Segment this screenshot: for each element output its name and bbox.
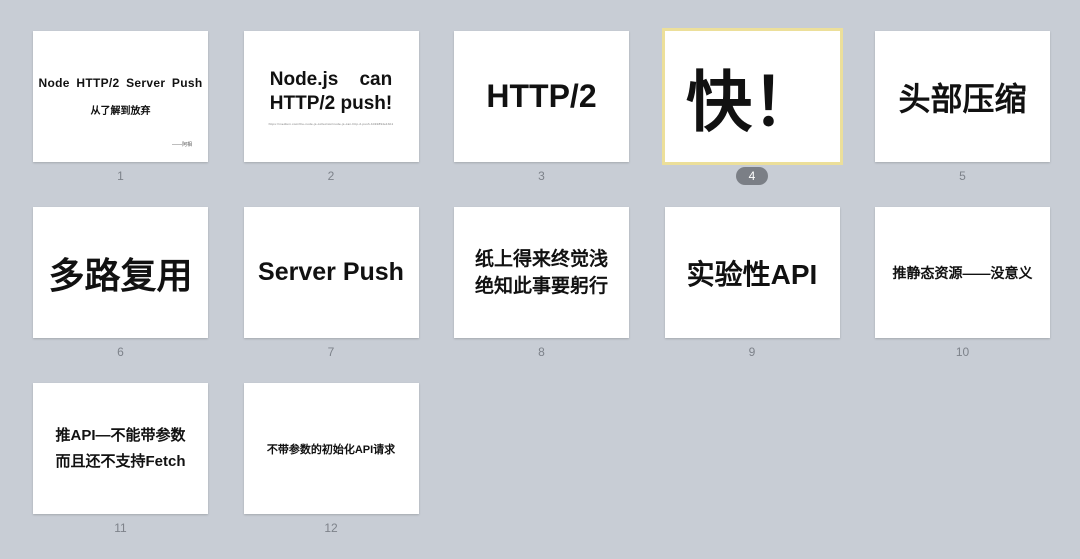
slide-cell-7: Server Push 7: [243, 207, 419, 383]
slide-title: 实验性API: [686, 258, 818, 290]
slide-thumbnail-3[interactable]: HTTP/2: [454, 31, 629, 162]
slide-number-2: 2: [327, 169, 335, 183]
slide-link: https://medium.com/the-node-js-collectio…: [268, 121, 394, 126]
slide-thumbnail-12[interactable]: 不带参数的初始化API请求: [243, 383, 419, 514]
slide-cell-2: Node.js can HTTP/2 push! https://medium.…: [243, 31, 419, 207]
slide-thumbnail-6[interactable]: 多路复用: [33, 207, 208, 338]
slide-thumbnail-10[interactable]: 推静态资源——没意义: [875, 207, 1050, 338]
slide-cell-5: 头部压缩 5: [875, 31, 1050, 207]
slide-cell-3: HTTP/2 3: [454, 31, 629, 207]
slide-thumbnail-1[interactable]: Node HTTP/2 Server Push 从了解到放弃 ——阿相: [33, 31, 208, 162]
slide-title: HTTP/2: [486, 78, 597, 114]
slide-title: Node HTTP/2 Server Push: [38, 76, 203, 90]
slide-thumbnail-4-selected[interactable]: 快！: [661, 28, 843, 165]
slide-thumbnail-11[interactable]: 推API—不能带参数 而且还不支持Fetch: [33, 383, 208, 514]
slide-thumbnail-2[interactable]: Node.js can HTTP/2 push! https://medium.…: [243, 31, 419, 162]
slide-number-12: 12: [324, 521, 338, 535]
slide-number-4-badge: 4: [665, 167, 840, 185]
slide-thumbnail-9[interactable]: 实验性API: [664, 207, 840, 338]
slide-number-3: 3: [538, 169, 545, 183]
slide-title-line-1: 推API—不能带参数: [55, 426, 186, 444]
slide-title-line-2: 绝知此事要躬行: [474, 275, 608, 297]
slide-cell-10: 推静态资源——没意义 10: [875, 207, 1050, 383]
slide-cell-9: 实验性API 9: [664, 207, 840, 383]
slide-thumbnail-5[interactable]: 头部压缩: [875, 31, 1050, 162]
slide-title-line-2: HTTP/2 push!: [269, 92, 393, 114]
slide-title-line-1: 纸上得来终觉浅: [474, 248, 608, 270]
slide-number-6: 6: [117, 345, 124, 359]
slide-title: 推静态资源——没意义: [892, 264, 1033, 281]
slide-subtitle: 从了解到放弃: [90, 106, 151, 117]
slide-number-7: 7: [327, 345, 335, 359]
slide-sorter-grid: Node HTTP/2 Server Push 从了解到放弃 ——阿相 1 No…: [33, 28, 1050, 559]
slide-title: 头部压缩: [898, 80, 1027, 117]
slide-cell-6: 多路复用 6: [33, 207, 208, 383]
slide-title: 多路复用: [48, 254, 193, 296]
slide-title-line-1: Node.js can: [269, 68, 393, 90]
slide-number-9: 9: [748, 345, 756, 359]
slide-thumbnail-7[interactable]: Server Push: [243, 207, 419, 338]
slide-number-5: 5: [959, 169, 966, 183]
slide-number-11: 11: [114, 521, 127, 535]
slide-title: 快！: [686, 63, 818, 141]
slide-cell-4: 快！ 4: [661, 28, 843, 207]
slide-cell-12: 不带参数的初始化API请求 12: [243, 383, 419, 559]
slide-thumbnail-8[interactable]: 纸上得来终觉浅 绝知此事要躬行: [454, 207, 629, 338]
slide-cell-1: Node HTTP/2 Server Push 从了解到放弃 ——阿相 1: [33, 31, 208, 207]
slide-title: 不带参数的初始化API请求: [266, 443, 396, 456]
slide-title: Server Push: [258, 258, 404, 286]
slide-number-1: 1: [117, 169, 124, 183]
slide-cell-11: 推API—不能带参数 而且还不支持Fetch 11: [33, 383, 208, 559]
slide-title-line-2: 而且还不支持Fetch: [55, 452, 186, 470]
slide-cell-8: 纸上得来终觉浅 绝知此事要躬行 8: [454, 207, 629, 383]
slide-number-8: 8: [538, 345, 545, 359]
slide-number-10: 10: [955, 345, 970, 359]
slide-author: ——阿相: [171, 142, 192, 148]
